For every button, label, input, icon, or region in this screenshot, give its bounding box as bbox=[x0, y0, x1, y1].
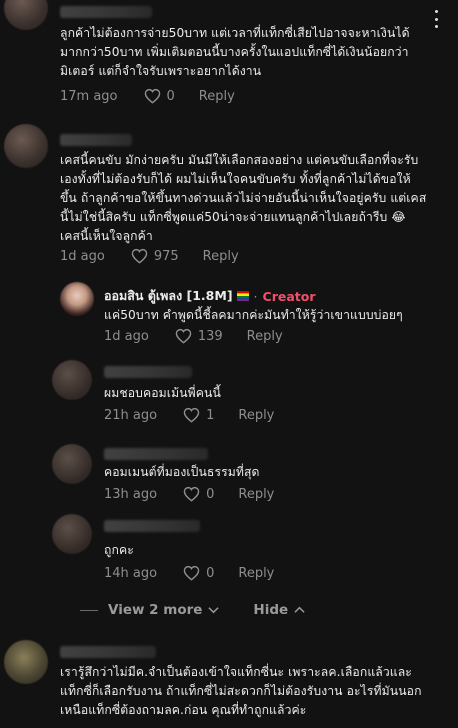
comment-time: 1d ago bbox=[104, 328, 149, 344]
avatar[interactable] bbox=[52, 444, 92, 484]
heart-outline-icon bbox=[175, 328, 192, 344]
hide-label: Hide bbox=[253, 602, 289, 618]
comment-text: เรารู้สึกว่าไม่มีค.จำเป็นต้องเข้าใจแท็กซ… bbox=[60, 665, 422, 717]
comment-meta: 21h ago 1 Reply bbox=[104, 405, 274, 425]
comment-meta: 14h ago 0 Reply bbox=[104, 563, 274, 583]
avatar[interactable] bbox=[52, 360, 92, 400]
comment-time: 14h ago bbox=[104, 565, 158, 581]
username-blurred[interactable] bbox=[104, 520, 200, 532]
username-blurred[interactable] bbox=[104, 366, 192, 378]
like-button[interactable]: 975 bbox=[131, 248, 179, 264]
avatar[interactable] bbox=[52, 514, 92, 554]
more-options-button[interactable] bbox=[428, 10, 444, 28]
username-blurred[interactable] bbox=[60, 6, 152, 18]
comment-text: คอมเมนต์ที่มองเป็นธรรมที่สุด bbox=[104, 465, 260, 479]
heart-outline-icon bbox=[183, 407, 200, 423]
heart-outline-icon bbox=[144, 88, 160, 104]
heart-outline-icon bbox=[183, 486, 200, 502]
comment-text: ลูกค้าไม่ต้องการจ่าย50บาท แต่เวลาที่แท็ก… bbox=[60, 26, 410, 78]
like-count: 0 bbox=[206, 565, 215, 581]
like-count: 139 bbox=[197, 328, 223, 344]
reply-button[interactable]: Reply bbox=[247, 329, 283, 344]
pride-flag-icon bbox=[236, 291, 249, 302]
separator-dot: · bbox=[253, 288, 258, 304]
divider-line bbox=[80, 609, 98, 611]
comment-time: 21h ago bbox=[104, 407, 158, 423]
like-button[interactable]: 0 bbox=[144, 88, 175, 104]
comment-meta: 1d ago 975 Reply bbox=[60, 246, 239, 266]
like-count: 0 bbox=[166, 88, 175, 104]
username-blurred[interactable] bbox=[60, 646, 156, 658]
username-blurred[interactable] bbox=[104, 448, 208, 460]
reply-button[interactable]: Reply bbox=[238, 566, 274, 581]
username-blurred[interactable] bbox=[60, 134, 132, 146]
reply-button[interactable]: Reply bbox=[199, 89, 235, 104]
view-more-replies-button[interactable]: View 2 more bbox=[108, 602, 220, 618]
comment-time: 17m ago bbox=[60, 88, 118, 104]
creator-badge: Creator bbox=[262, 288, 316, 304]
hide-replies-button[interactable]: Hide bbox=[253, 602, 305, 618]
like-button[interactable]: 0 bbox=[183, 486, 214, 502]
creator-avatar[interactable] bbox=[60, 282, 94, 316]
comment-text: แค่50บาท คำพูดนี้ชี้ลคมากค่ะมันทำให้รู้ว… bbox=[104, 308, 403, 322]
comment-text: ผมชอบคอมเม้นพี่คนนี้ bbox=[104, 386, 221, 400]
like-count: 0 bbox=[206, 486, 215, 502]
reply-button[interactable]: Reply bbox=[238, 487, 274, 502]
chevron-down-icon bbox=[208, 607, 220, 614]
comment-time: 1d ago bbox=[60, 248, 105, 264]
comment-meta: 1d ago 139 Reply bbox=[104, 326, 283, 346]
like-button[interactable]: 139 bbox=[175, 328, 223, 344]
comment-text: ถูกคะ bbox=[104, 543, 134, 557]
view-more-label: View 2 more bbox=[108, 602, 203, 618]
avatar[interactable] bbox=[4, 124, 48, 168]
like-button[interactable]: 1 bbox=[183, 407, 214, 423]
avatar[interactable] bbox=[4, 0, 48, 30]
like-count: 975 bbox=[153, 248, 179, 264]
comment-meta: 17m ago 0 Reply bbox=[60, 86, 235, 106]
heart-outline-icon bbox=[183, 565, 200, 581]
comment-meta: 13h ago 0 Reply bbox=[104, 484, 274, 504]
avatar[interactable] bbox=[4, 640, 48, 684]
chevron-up-icon bbox=[294, 606, 305, 613]
replies-toggle: View 2 more Hide bbox=[80, 602, 305, 618]
like-count: 1 bbox=[206, 407, 215, 423]
reply-button[interactable]: Reply bbox=[203, 249, 239, 264]
heart-outline-icon bbox=[131, 248, 148, 264]
creator-header: ออมสิน ตู้เพลง [1.8M] · Creator bbox=[104, 286, 316, 306]
reply-button[interactable]: Reply bbox=[238, 408, 274, 423]
like-button[interactable]: 0 bbox=[183, 565, 214, 581]
comment-time: 13h ago bbox=[104, 486, 158, 502]
comment-text: เคสนี้คนขับ มักง่ายครับ มันมีให้เลือกสอง… bbox=[60, 153, 427, 243]
creator-name[interactable]: ออมสิน ตู้เพลง [1.8M] bbox=[104, 286, 233, 306]
